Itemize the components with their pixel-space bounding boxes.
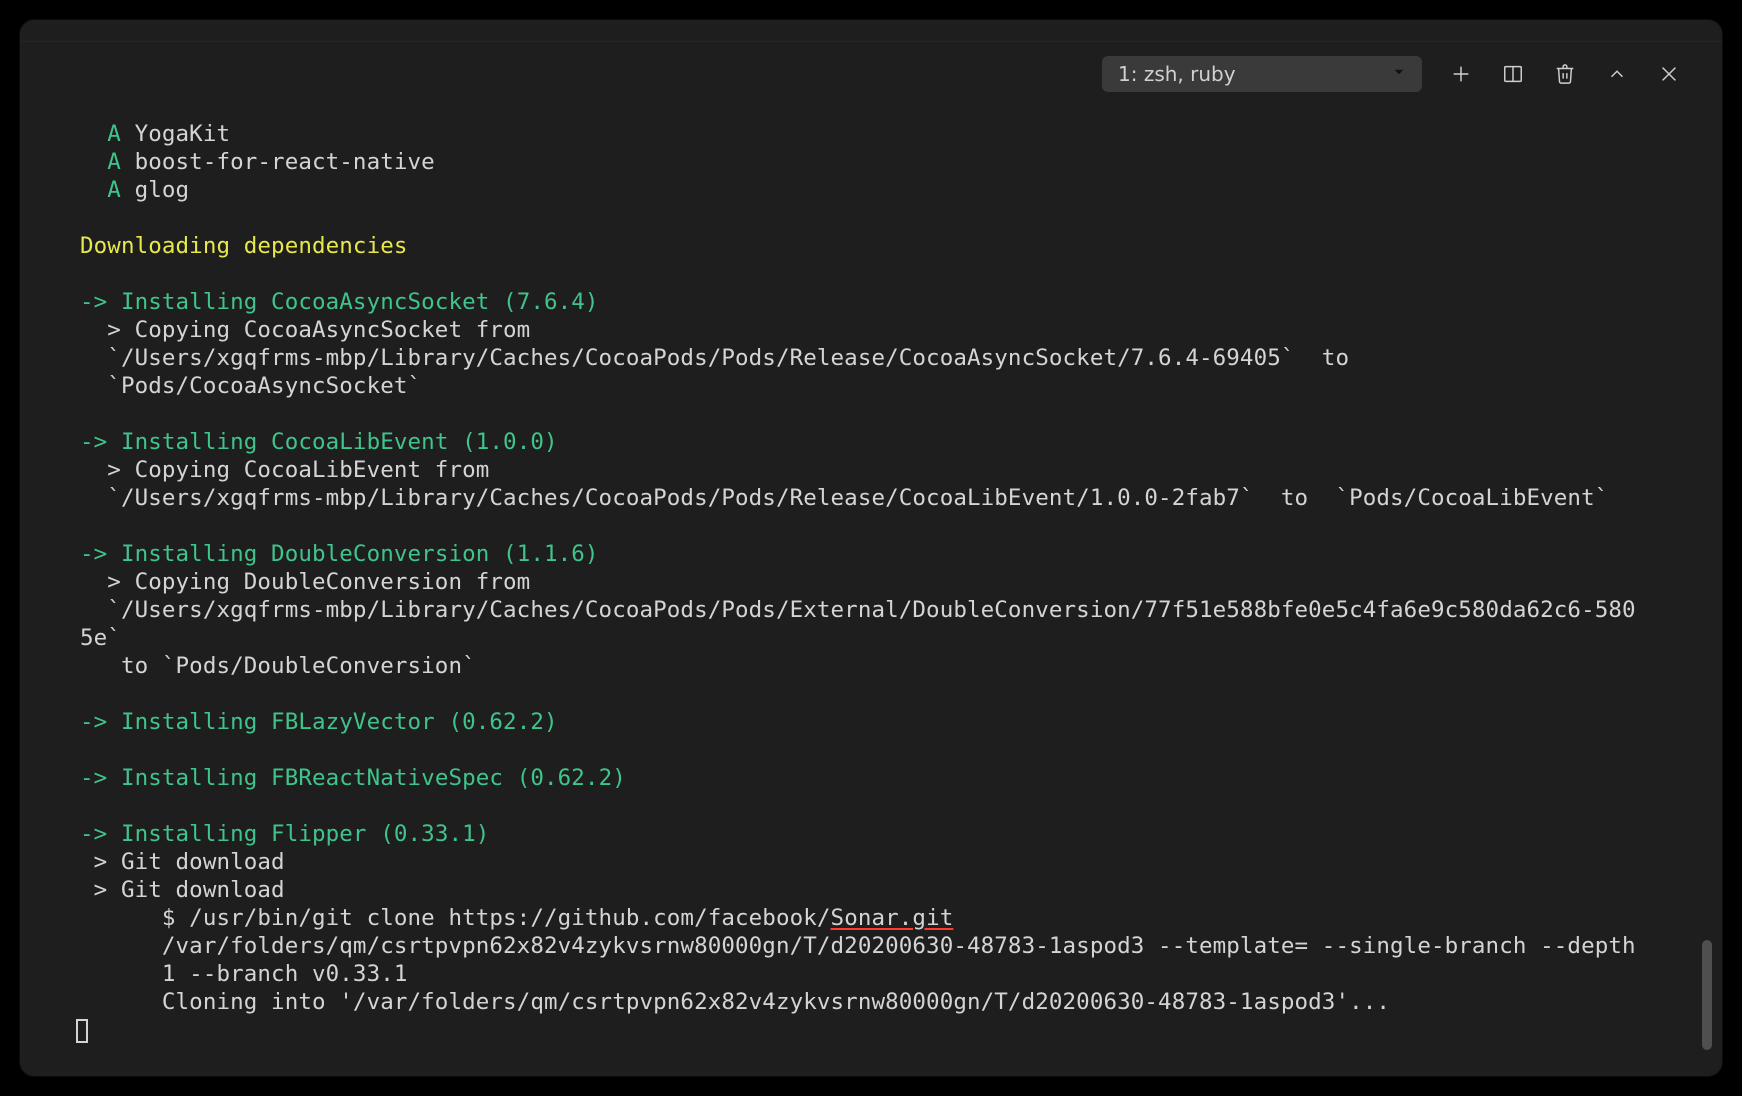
added-item: glog [135,177,190,203]
install-line: Installing FBReactNativeSpec (0.62.2) [121,765,626,791]
output-line: > Git download [80,877,285,903]
added-item: boost-for-react-native [135,149,435,175]
terminal-toolbar: 1: zsh, ruby [20,42,1722,102]
install-line: Installing FBLazyVector (0.62.2) [121,709,558,735]
chevron-down-icon [1390,62,1408,86]
close-panel-button[interactable] [1656,61,1682,87]
output-line: `/Users/xgqfrms-mbp/Library/Caches/Cocoa… [80,485,1608,511]
install-arrow: -> [80,709,121,735]
install-arrow: -> [80,289,121,315]
output-line: 1 --branch v0.33.1 [80,961,408,987]
output-line: `/Users/xgqfrms-mbp/Library/Caches/Cocoa… [80,597,1636,623]
added-indicator: A [107,121,134,147]
install-line: Installing CocoaLibEvent (1.0.0) [121,429,558,455]
output-line: > Git download [80,849,285,875]
output-line: Cloning into '/var/folders/qm/csrtpvpn62… [80,989,1390,1015]
output-line: /var/folders/qm/csrtpvpn62x82v4zykvsrnw8… [80,933,1636,959]
added-indicator: A [107,177,134,203]
terminal-cursor [76,1019,88,1043]
output-line: > Copying CocoaAsyncSocket from [80,317,530,343]
split-terminal-button[interactable] [1500,61,1526,87]
install-line: Installing Flipper (0.33.1) [121,821,489,847]
install-arrow: -> [80,765,121,791]
added-item: YogaKit [135,121,231,147]
shell-selector-dropdown[interactable]: 1: zsh, ruby [1102,56,1422,92]
collapse-panel-button[interactable] [1604,61,1630,87]
output-line: $ /usr/bin/git clone https://github.com/… [80,905,831,931]
install-line: Installing DoubleConversion (1.1.6) [121,541,599,567]
output-line: `Pods/CocoaAsyncSocket` [80,373,421,399]
output-line: `/Users/xgqfrms-mbp/Library/Caches/Cocoa… [80,345,1349,371]
new-terminal-button[interactable] [1448,61,1474,87]
shell-selector-label: 1: zsh, ruby [1118,62,1236,86]
output-line: > Copying DoubleConversion from [80,569,530,595]
install-arrow: -> [80,429,121,455]
terminal-scrollbar-thumb[interactable] [1702,940,1712,1050]
terminal-viewport[interactable]: A YogaKit A boost-for-react-native A glo… [20,102,1722,1076]
spellcheck-flagged: Sonar.git [831,905,954,931]
trash-terminal-button[interactable] [1552,61,1578,87]
added-indicator: A [107,149,134,175]
install-arrow: -> [80,821,121,847]
section-header: Downloading dependencies [80,233,408,259]
terminal-window: 1: zsh, ruby A YogaKit A boost-for-react… [20,20,1722,1076]
output-line: to `Pods/DoubleConversion` [80,653,476,679]
install-line: Installing CocoaAsyncSocket (7.6.4) [121,289,599,315]
terminal-output: A YogaKit A boost-for-react-native A glo… [20,102,1722,1054]
output-line: 5e` [80,625,121,651]
install-arrow: -> [80,541,121,567]
output-line: > Copying CocoaLibEvent from [80,457,489,483]
window-titlebar [20,20,1722,42]
